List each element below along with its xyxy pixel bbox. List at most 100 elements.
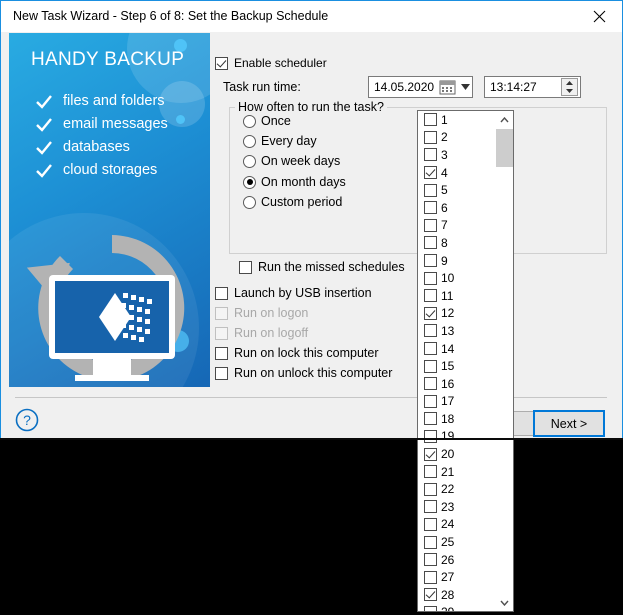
day-checkbox[interactable] xyxy=(424,148,437,162)
chevron-up-icon xyxy=(500,116,509,122)
brand-title: HANDY BACKUP xyxy=(31,49,185,70)
day-list-item[interactable]: 14 xyxy=(418,340,498,358)
day-list-item[interactable]: 1 xyxy=(418,111,498,129)
date-dropdown-button[interactable] xyxy=(458,77,472,97)
day-label: 19 xyxy=(441,429,455,444)
day-checkbox[interactable] xyxy=(424,254,437,268)
day-list-item[interactable]: 25 xyxy=(418,533,498,551)
day-checkbox[interactable] xyxy=(424,394,437,408)
spinner-down-button[interactable] xyxy=(562,87,577,95)
enable-scheduler-row[interactable]: Enable scheduler xyxy=(215,56,327,70)
radio-custom-period[interactable] xyxy=(243,195,256,209)
day-list-item[interactable]: 10 xyxy=(418,269,498,287)
day-checkbox[interactable] xyxy=(424,183,437,197)
schedule-option-row[interactable]: Run the missed schedules xyxy=(239,260,405,274)
close-button[interactable] xyxy=(577,1,622,31)
day-checkbox[interactable] xyxy=(424,236,437,250)
day-checkbox[interactable] xyxy=(424,412,437,426)
day-checkbox[interactable] xyxy=(424,113,437,127)
day-list-item[interactable]: 4 xyxy=(418,164,498,182)
day-checkbox[interactable] xyxy=(424,166,437,180)
schedule-option-checkbox[interactable] xyxy=(215,286,228,300)
day-checkbox[interactable] xyxy=(424,324,437,338)
day-checkbox[interactable] xyxy=(424,588,437,602)
day-checkbox[interactable] xyxy=(424,201,437,215)
enable-scheduler-checkbox[interactable] xyxy=(215,56,228,70)
day-checkbox[interactable] xyxy=(424,447,437,461)
schedule-option-checkbox[interactable] xyxy=(215,366,228,380)
date-field[interactable]: 14.05.2020 xyxy=(368,76,473,98)
day-list-item[interactable]: 28 xyxy=(418,586,498,604)
day-list-item[interactable]: 27 xyxy=(418,568,498,586)
day-list-item[interactable]: 21 xyxy=(418,463,498,481)
day-list-item[interactable]: 17 xyxy=(418,393,498,411)
schedule-option-row[interactable]: Launch by USB insertion xyxy=(215,286,372,300)
frequency-option-month-days[interactable]: On month days xyxy=(243,175,346,189)
day-list-item[interactable]: 23 xyxy=(418,498,498,516)
day-list-item[interactable]: 19 xyxy=(418,428,498,446)
day-checkbox[interactable] xyxy=(424,377,437,391)
day-checkbox[interactable] xyxy=(424,482,437,496)
day-checkbox[interactable] xyxy=(424,517,437,531)
day-checkbox[interactable] xyxy=(424,130,437,144)
schedule-option-row[interactable]: Run on unlock this computer xyxy=(215,366,392,380)
radio-once[interactable] xyxy=(243,114,256,128)
scroll-down-button[interactable] xyxy=(496,594,513,611)
day-list-item[interactable]: 12 xyxy=(418,305,498,323)
day-list-item[interactable]: 5 xyxy=(418,181,498,199)
day-list-item[interactable]: 18 xyxy=(418,410,498,428)
day-checkbox[interactable] xyxy=(424,306,437,320)
day-checkbox[interactable] xyxy=(424,553,437,567)
check-icon xyxy=(36,164,52,178)
frequency-option-custom-period[interactable]: Custom period xyxy=(243,195,342,209)
day-list-item[interactable]: 2 xyxy=(418,129,498,147)
day-list-item[interactable]: 22 xyxy=(418,480,498,498)
scroll-up-button[interactable] xyxy=(496,111,513,128)
day-checkbox[interactable] xyxy=(424,570,437,584)
scrollbar-thumb[interactable] xyxy=(496,129,513,167)
spinner-up-button[interactable] xyxy=(562,79,577,87)
next-button-label: Next > xyxy=(550,416,588,431)
frequency-option-once[interactable]: Once xyxy=(243,114,291,128)
day-checkbox[interactable] xyxy=(424,271,437,285)
footer-separator xyxy=(15,397,607,398)
help-question-icon[interactable]: ? xyxy=(15,408,39,432)
time-spinner[interactable] xyxy=(561,78,578,96)
day-list-item[interactable]: 6 xyxy=(418,199,498,217)
day-checkbox[interactable] xyxy=(424,535,437,549)
day-checkbox[interactable] xyxy=(424,359,437,373)
day-checkbox[interactable] xyxy=(424,342,437,356)
day-checkbox[interactable] xyxy=(424,218,437,232)
frequency-option-every-day[interactable]: Every day xyxy=(243,134,317,148)
day-list-item[interactable]: 7 xyxy=(418,217,498,235)
month-days-list[interactable]: 1 2 3 4 5 6 7 8 9 10 11 12 13 14 15 16 17 18 19 20 21 22 23 24 2… xyxy=(417,110,514,612)
day-checkbox[interactable] xyxy=(424,289,437,303)
day-list-item[interactable]: 15 xyxy=(418,357,498,375)
frequency-option-week-days[interactable]: On week days xyxy=(243,154,340,168)
day-checkbox[interactable] xyxy=(424,500,437,514)
day-list-item[interactable]: 11 xyxy=(418,287,498,305)
next-button[interactable]: Next > xyxy=(533,410,605,437)
day-list-scrollbar[interactable] xyxy=(496,111,513,611)
day-list-item[interactable]: 13 xyxy=(418,322,498,340)
day-list-item[interactable]: 24 xyxy=(418,516,498,534)
radio-on-week-days[interactable] xyxy=(243,154,256,168)
calendar-icon[interactable] xyxy=(439,79,456,95)
day-list-item[interactable]: 29 xyxy=(418,604,498,611)
day-list-item[interactable]: 9 xyxy=(418,252,498,270)
day-checkbox[interactable] xyxy=(424,465,437,479)
day-list-item[interactable]: 8 xyxy=(418,234,498,252)
time-field[interactable]: 13:14:27 xyxy=(484,76,581,98)
day-list-item[interactable]: 20 xyxy=(418,445,498,463)
day-list-item[interactable]: 26 xyxy=(418,551,498,569)
day-label: 15 xyxy=(441,359,455,374)
radio-every-day[interactable] xyxy=(243,134,256,148)
day-checkbox[interactable] xyxy=(424,429,437,443)
day-list-item[interactable]: 16 xyxy=(418,375,498,393)
schedule-option-checkbox[interactable] xyxy=(215,346,228,360)
schedule-option-checkbox[interactable] xyxy=(239,260,252,274)
day-checkbox[interactable] xyxy=(424,605,437,611)
day-list-item[interactable]: 3 xyxy=(418,146,498,164)
radio-on-month-days[interactable] xyxy=(243,175,256,189)
schedule-option-row[interactable]: Run on lock this computer xyxy=(215,346,379,360)
